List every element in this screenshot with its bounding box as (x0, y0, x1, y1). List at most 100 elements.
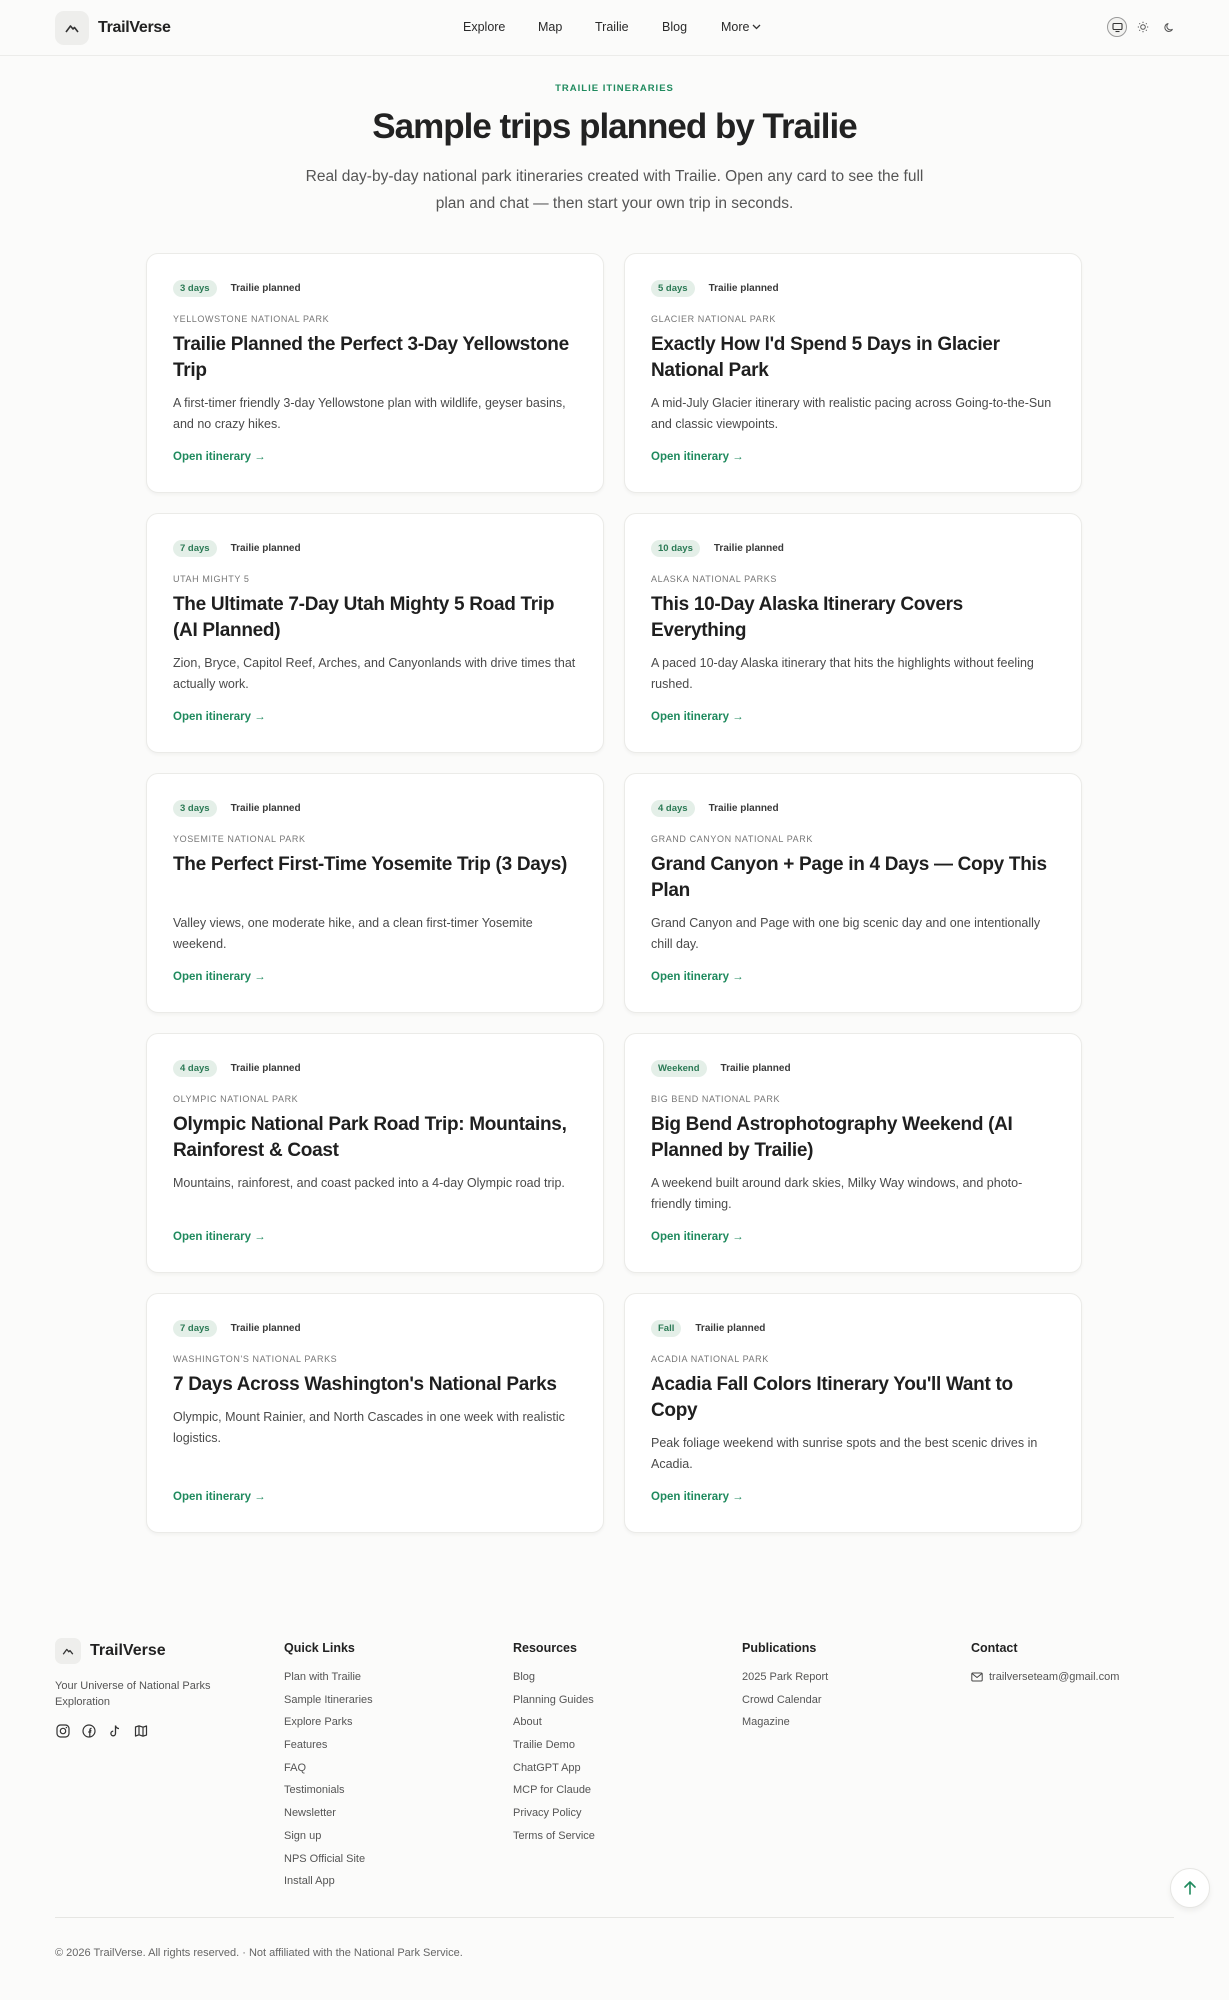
map-icon[interactable] (133, 1723, 148, 1738)
mail-icon (971, 1672, 983, 1682)
open-itinerary-link[interactable]: Open itinerary → (173, 711, 266, 723)
park-name: GLACIER NATIONAL PARK (651, 314, 776, 324)
card-title: Olympic National Park Road Trip: Mountai… (173, 1114, 567, 1161)
nav-trailie[interactable]: Trailie (595, 20, 629, 34)
footer-link[interactable]: FAQ (284, 1762, 373, 1785)
itinerary-card[interactable]: Weekend Trailie planned BIG BEND NATIONA… (624, 1033, 1082, 1273)
footer-link[interactable]: Blog (513, 1671, 595, 1694)
footer-link[interactable]: Testimonials (284, 1784, 373, 1807)
open-itinerary-link[interactable]: Open itinerary → (173, 451, 266, 463)
footer-heading: Quick Links (284, 1641, 355, 1655)
planned-label: Trailie planned (708, 803, 779, 814)
duration-badge: 4 days (173, 1060, 217, 1077)
duration-badge: 4 days (651, 800, 695, 817)
brand-logo-link[interactable]: TrailVerse (55, 11, 171, 45)
duration-badge: 7 days (173, 1320, 217, 1337)
open-itinerary-link[interactable]: Open itinerary → (173, 1491, 266, 1503)
arrow-up-icon (1184, 1881, 1196, 1895)
itinerary-card[interactable]: 5 days Trailie planned GLACIER NATIONAL … (624, 253, 1082, 493)
itinerary-card[interactable]: 4 days Trailie planned OLYMPIC NATIONAL … (146, 1033, 604, 1273)
footer-link[interactable]: Magazine (742, 1716, 828, 1739)
footer-publications: Publications 2025 Park Report Crowd Cale… (742, 1641, 828, 1739)
footer-brand[interactable]: TrailVerse (55, 1638, 166, 1664)
sun-icon[interactable] (1133, 17, 1153, 37)
footer-link[interactable]: Install App (284, 1875, 373, 1898)
card-description: Valley views, one moderate hike, and a c… (173, 916, 533, 951)
nav-more[interactable]: More (721, 20, 761, 34)
footer-link[interactable]: 2025 Park Report (742, 1671, 828, 1694)
card-meta: 7 days Trailie planned (173, 1320, 301, 1337)
card-meta: 7 days Trailie planned (173, 540, 301, 557)
hero-eyebrow: TRAILIE ITINERARIES (555, 83, 674, 94)
card-title: 7 Days Across Washington's National Park… (173, 1374, 557, 1395)
footer-link[interactable]: Sign up (284, 1830, 373, 1853)
planned-label: Trailie planned (695, 1323, 766, 1334)
footer-link[interactable]: Trailie Demo (513, 1739, 595, 1762)
planned-label: Trailie planned (708, 283, 779, 294)
tiktok-icon[interactable] (107, 1723, 122, 1738)
footer-brand-name: TrailVerse (90, 1642, 166, 1659)
footer-link[interactable]: Explore Parks (284, 1716, 373, 1739)
itinerary-card[interactable]: 3 days Trailie planned YOSEMITE NATIONAL… (146, 773, 604, 1013)
footer-tagline: Your Universe of National Parks Explorat… (55, 1680, 211, 1708)
open-itinerary-link[interactable]: Open itinerary → (651, 451, 744, 463)
planned-label: Trailie planned (230, 543, 301, 554)
footer-link[interactable]: Newsletter (284, 1807, 373, 1830)
park-name: WASHINGTON'S NATIONAL PARKS (173, 1354, 338, 1364)
footer-link[interactable]: About (513, 1716, 595, 1739)
nav-blog[interactable]: Blog (662, 20, 687, 34)
card-meta: Weekend Trailie planned (651, 1060, 791, 1077)
hero-subtitle: Real day-by-day national park itinerarie… (305, 168, 924, 212)
itinerary-card[interactable]: 10 days Trailie planned ALASKA NATIONAL … (624, 513, 1082, 753)
footer-link[interactable]: Plan with Trailie (284, 1671, 373, 1694)
footer-link[interactable]: Features (284, 1739, 373, 1762)
duration-badge: 5 days (651, 280, 695, 297)
itinerary-card[interactable]: 7 days Trailie planned UTAH MIGHTY 5 The… (146, 513, 604, 753)
open-itinerary-link[interactable]: Open itinerary → (173, 1231, 266, 1243)
chevron-down-icon (753, 24, 761, 30)
monitor-icon[interactable] (1107, 17, 1127, 37)
copyright: © 2026 TrailVerse. All rights reserved. … (55, 1947, 463, 1959)
itinerary-card[interactable]: 7 days Trailie planned WASHINGTON'S NATI… (146, 1293, 604, 1533)
card-description: Grand Canyon and Page with one big sceni… (651, 916, 1041, 951)
open-itinerary-link[interactable]: Open itinerary → (651, 1231, 744, 1243)
footer-link[interactable]: Sample Itineraries (284, 1694, 373, 1717)
theme-switcher (1107, 17, 1179, 37)
duration-badge: Weekend (651, 1060, 707, 1077)
nav-explore[interactable]: Explore (463, 20, 505, 34)
duration-badge: Fall (651, 1320, 682, 1337)
footer-link[interactable]: ChatGPT App (513, 1762, 595, 1785)
footer-link[interactable]: Planning Guides (513, 1694, 595, 1717)
planned-label: Trailie planned (230, 803, 301, 814)
instagram-icon[interactable] (55, 1723, 70, 1738)
itinerary-card[interactable]: Fall Trailie planned ACADIA NATIONAL PAR… (624, 1293, 1082, 1533)
footer-divider (55, 1917, 1174, 1918)
planned-label: Trailie planned (230, 1323, 301, 1334)
card-description: A paced 10-day Alaska itinerary that hit… (651, 656, 1034, 691)
card-meta: 3 days Trailie planned (173, 280, 301, 297)
footer-link[interactable]: NPS Official Site (284, 1853, 373, 1876)
footer-link[interactable]: MCP for Claude (513, 1784, 595, 1807)
itinerary-card[interactable]: 4 days Trailie planned GRAND CANYON NATI… (624, 773, 1082, 1013)
contact-email-link[interactable]: trailverseteam@gmail.com (971, 1671, 1119, 1683)
scroll-to-top-button[interactable] (1170, 1868, 1210, 1908)
park-name: YELLOWSTONE NATIONAL PARK (173, 314, 330, 324)
open-itinerary-link[interactable]: Open itinerary → (651, 1491, 744, 1503)
footer-link[interactable]: Crowd Calendar (742, 1694, 828, 1717)
nav-more-label: More (721, 20, 750, 34)
nav-map[interactable]: Map (538, 20, 562, 34)
open-itinerary-link[interactable]: Open itinerary → (651, 711, 744, 723)
footer-link[interactable]: Privacy Policy (513, 1807, 595, 1830)
mountain-icon (55, 11, 89, 45)
card-description: Peak foliage weekend with sunrise spots … (651, 1436, 1038, 1471)
card-title: Exactly How I'd Spend 5 Days in Glacier … (651, 334, 1000, 381)
footer-link[interactable]: Terms of Service (513, 1830, 595, 1853)
duration-badge: 3 days (173, 280, 217, 297)
moon-icon[interactable] (1159, 17, 1179, 37)
open-itinerary-link[interactable]: Open itinerary → (173, 971, 266, 983)
open-itinerary-link[interactable]: Open itinerary → (651, 971, 744, 983)
facebook-icon[interactable] (81, 1723, 96, 1738)
itinerary-card[interactable]: 3 days Trailie planned YELLOWSTONE NATIO… (146, 253, 604, 493)
footer-contact: Contact trailverseteam@gmail.com (971, 1641, 1119, 1683)
mountain-icon (55, 1638, 81, 1664)
